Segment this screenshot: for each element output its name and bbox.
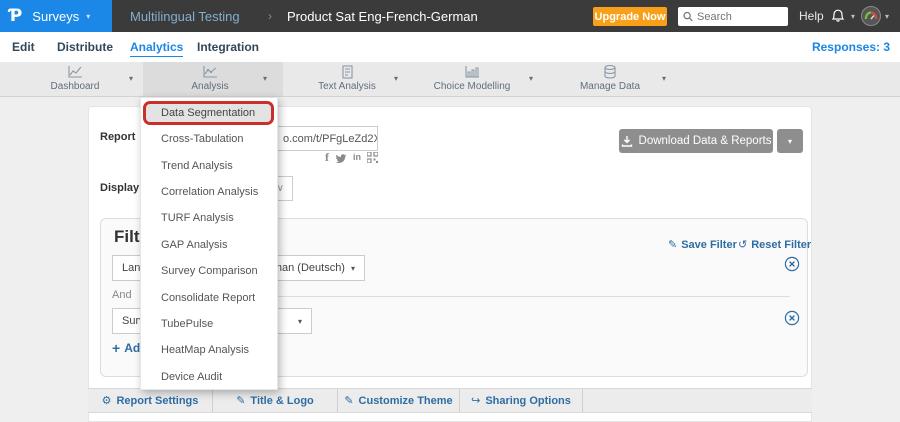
help-link[interactable]: Help	[799, 9, 824, 23]
save-filter-label: Save Filter	[681, 239, 737, 251]
plus-icon: +	[112, 340, 120, 356]
tab-sharing-options-label: Sharing Options	[485, 395, 571, 407]
breadcrumb-separator: ›	[268, 9, 272, 23]
nav-distribute[interactable]: Distribute	[57, 40, 113, 54]
save-filter-link[interactable]: ✎ Save Filter	[668, 238, 737, 251]
chevron-down-icon[interactable]: ▾	[263, 74, 267, 83]
choice-modelling-chart-icon	[464, 64, 481, 80]
reset-filter-label: Reset Filter	[751, 239, 811, 251]
nav-edit[interactable]: Edit	[12, 40, 35, 54]
tab-customize-theme[interactable]: ✎ Customize Theme	[338, 389, 460, 412]
download-button-label: Download Data & Reports	[639, 135, 772, 147]
menu-item-consolidate-report[interactable]: Consolidate Report	[141, 284, 277, 310]
toolbar-choice-modelling-label: Choice Modelling	[434, 81, 511, 92]
survey-nav: Edit Distribute Analytics Integration Re…	[0, 32, 900, 62]
remove-filter-2-icon[interactable]	[784, 310, 800, 326]
dashboard-chart-icon	[67, 64, 84, 80]
tab-customize-theme-label: Customize Theme	[359, 395, 453, 407]
menu-item-correlation-analysis[interactable]: Correlation Analysis	[141, 179, 277, 205]
search-box	[678, 7, 788, 26]
responses-count[interactable]: Responses: 3	[812, 40, 890, 54]
product-label: Surveys	[32, 9, 79, 24]
analytics-toolbar: Dashboard ▾ Analysis ▾ Text Analysis ▾ C…	[0, 62, 900, 97]
gears-icon: ⚙	[102, 394, 112, 407]
toolbar-manage-data[interactable]: Manage Data	[555, 64, 665, 95]
chevron-down-icon[interactable]: ▾	[529, 74, 533, 83]
search-input[interactable]	[697, 11, 783, 23]
share-icons-row: f in	[318, 152, 378, 163]
reset-icon: ↺	[738, 238, 747, 251]
chevron-down-icon: ▾	[351, 264, 355, 273]
search-icon	[683, 11, 693, 22]
report-label: Report	[100, 131, 135, 143]
menu-item-data-segmentation[interactable]: Data Segmentation	[143, 101, 274, 125]
chevron-down-icon: ▾	[788, 137, 792, 146]
twitter-icon[interactable]	[335, 153, 347, 163]
qr-code-icon[interactable]	[367, 152, 378, 163]
linkedin-icon[interactable]: in	[353, 152, 361, 163]
download-icon	[621, 135, 633, 147]
menu-item-cross-tabulation[interactable]: Cross-Tabulation	[141, 126, 277, 152]
nav-analytics[interactable]: Analytics	[130, 40, 183, 57]
pencil-icon: ✎	[668, 238, 677, 251]
and-operator-label: And	[112, 289, 132, 301]
menu-item-turf-analysis[interactable]: TURF Analysis	[141, 205, 277, 231]
reset-filter-link[interactable]: ↺ Reset Filter	[738, 238, 811, 251]
chevron-down-icon[interactable]: ▾	[885, 12, 889, 21]
tab-report-settings-label: Report Settings	[116, 395, 198, 407]
nav-integration[interactable]: Integration	[197, 40, 259, 54]
toolbar-manage-data-label: Manage Data	[580, 81, 640, 92]
tab-report-settings[interactable]: ⚙ Report Settings	[88, 389, 213, 412]
chevron-down-icon[interactable]: ▾	[86, 12, 90, 21]
chevron-down-icon[interactable]: ▾	[129, 74, 133, 83]
menu-item-survey-comparison[interactable]: Survey Comparison	[141, 258, 277, 284]
display-label: Display	[100, 182, 139, 194]
pencil-icon: ✎	[344, 394, 353, 407]
toolbar-dashboard-label: Dashboard	[51, 81, 100, 92]
download-data-reports-button[interactable]: Download Data & Reports	[619, 129, 773, 153]
toolbar-dashboard[interactable]: Dashboard	[20, 64, 130, 95]
breadcrumb-current-survey: Product Sat Eng-French-German	[287, 9, 478, 24]
toolbar-analysis[interactable]: Analysis	[155, 64, 265, 95]
breadcrumb-parent[interactable]: Multilingual Testing	[130, 9, 240, 24]
manage-data-database-icon	[602, 64, 618, 80]
toolbar-text-analysis[interactable]: Text Analysis	[292, 64, 402, 95]
text-analysis-doc-icon	[340, 64, 355, 80]
app-window: Ƥ Surveys ▾ Multilingual Testing › Produ…	[0, 0, 900, 422]
tab-title-logo[interactable]: ✎ Title & Logo	[213, 389, 338, 412]
report-settings-tabbar: ⚙ Report Settings ✎ Title & Logo ✎ Custo…	[88, 388, 812, 413]
analysis-chart-icon	[202, 64, 219, 80]
upgrade-now-button[interactable]: Upgrade Now	[593, 7, 667, 26]
chevron-down-icon[interactable]: ▾	[662, 74, 666, 83]
toolbar-choice-modelling[interactable]: Choice Modelling	[417, 64, 527, 95]
chevron-down-icon[interactable]: ▾	[394, 74, 398, 83]
top-header: Ƥ Surveys ▾ Multilingual Testing › Produ…	[0, 0, 900, 32]
facebook-icon[interactable]: f	[325, 152, 329, 163]
toolbar-text-analysis-label: Text Analysis	[318, 81, 376, 92]
share-arrow-icon: ↪	[471, 394, 480, 407]
menu-item-trend-analysis[interactable]: Trend Analysis	[141, 152, 277, 178]
download-options-caret-button[interactable]: ▾	[777, 129, 803, 153]
remove-filter-1-icon[interactable]	[784, 256, 800, 272]
questionpro-logo-icon: Ƥ	[9, 6, 22, 26]
menu-item-tubepulse[interactable]: TubePulse	[141, 311, 277, 337]
surveys-menu[interactable]: Ƥ Surveys ▾	[0, 0, 112, 32]
chevron-down-icon: ▾	[298, 317, 302, 326]
user-avatar[interactable]	[861, 6, 881, 26]
pencil-icon: ✎	[236, 394, 245, 407]
menu-item-heatmap-analysis[interactable]: HeatMap Analysis	[141, 337, 277, 363]
analysis-dropdown-menu: Data Segmentation Cross-Tabulation Trend…	[140, 97, 278, 390]
tab-title-logo-label: Title & Logo	[250, 395, 313, 407]
chevron-down-icon[interactable]: ▾	[851, 12, 855, 21]
menu-item-gap-analysis[interactable]: GAP Analysis	[141, 232, 277, 258]
menu-item-device-audit[interactable]: Device Audit	[141, 364, 277, 390]
notifications-bell-icon[interactable]	[830, 7, 846, 29]
toolbar-analysis-label: Analysis	[191, 81, 228, 92]
tab-sharing-options[interactable]: ↪ Sharing Options	[460, 389, 583, 412]
